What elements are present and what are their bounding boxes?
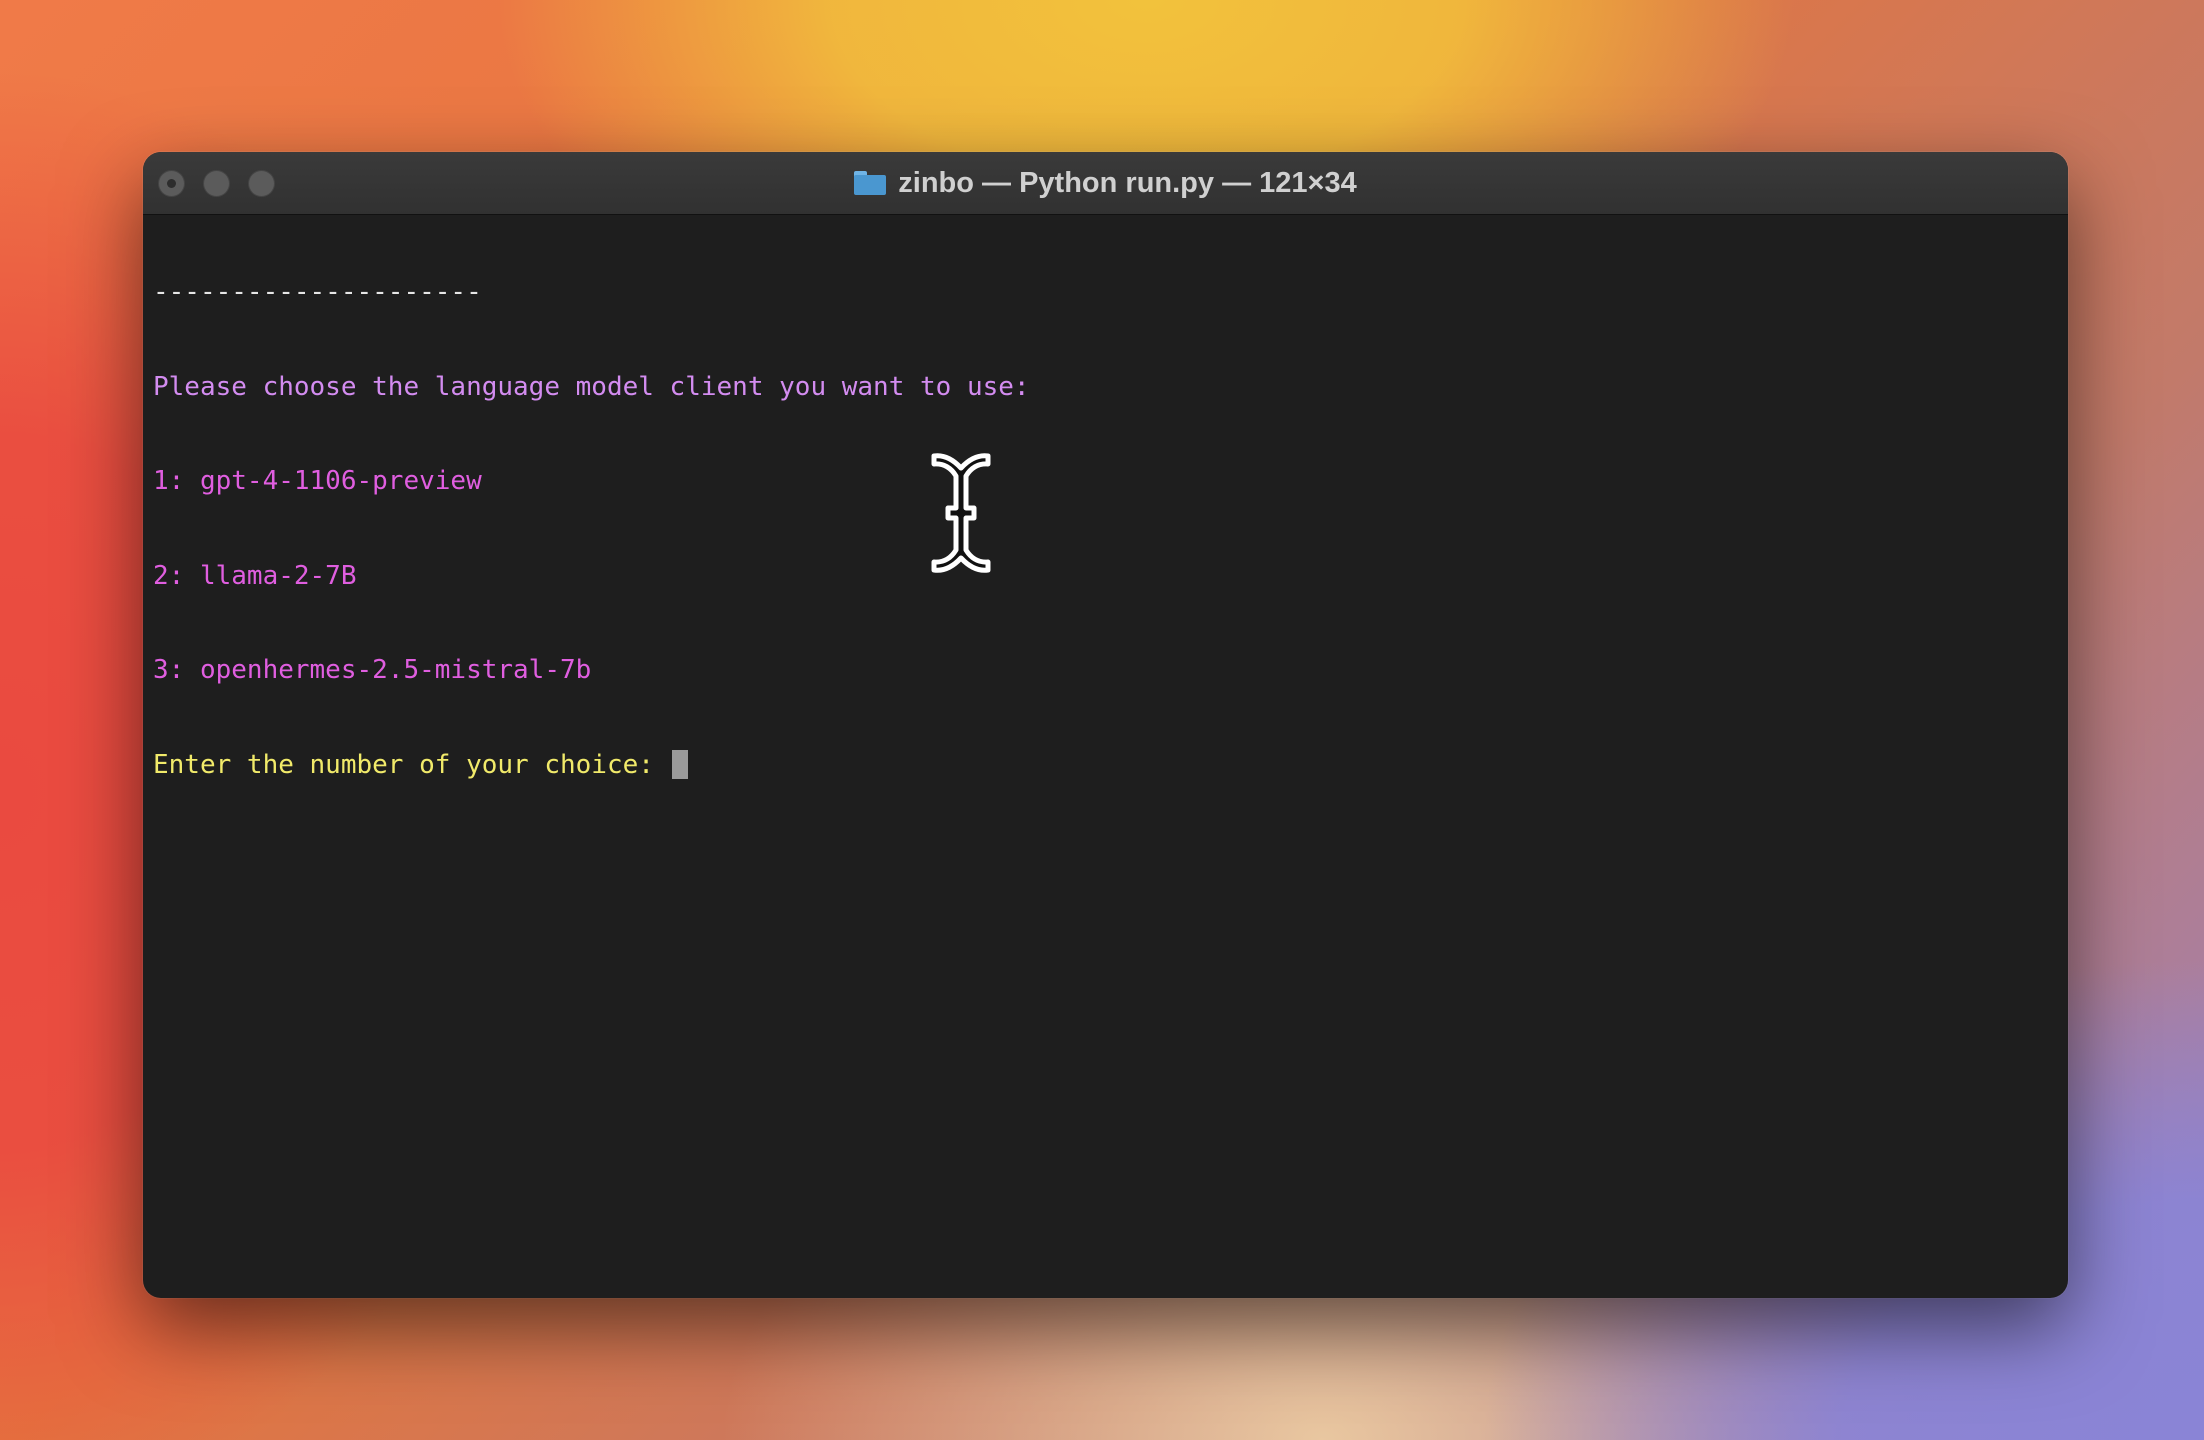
- input-prompt: Enter the number of your choice:: [153, 749, 670, 780]
- terminal-output[interactable]: --------------------- Please choose the …: [153, 214, 2058, 1298]
- separator-line: ---------------------: [153, 277, 482, 307]
- folder-icon: [854, 171, 887, 195]
- input-prompt-line[interactable]: Enter the number of your choice:: [153, 749, 2058, 782]
- window-title: zinbo — Python run.py — 121×34: [143, 152, 2068, 214]
- text-cursor: [671, 749, 688, 779]
- choose-model-heading: Please choose the language model client …: [153, 371, 1030, 402]
- model-option-3: 3: openhermes-2.5-mistral-7b: [153, 655, 592, 685]
- model-option-1: 1: gpt-4-1106-preview: [153, 466, 482, 496]
- model-option-2: 2: llama-2-7B: [153, 560, 357, 591]
- terminal-window[interactable]: zinbo — Python run.py — 121×34 ---------…: [143, 152, 2068, 1298]
- ibeam-cursor-icon: [931, 453, 991, 573]
- window-title-text: zinbo — Python run.py — 121×34: [898, 166, 1357, 199]
- title-bar[interactable]: zinbo — Python run.py — 121×34: [143, 152, 2068, 215]
